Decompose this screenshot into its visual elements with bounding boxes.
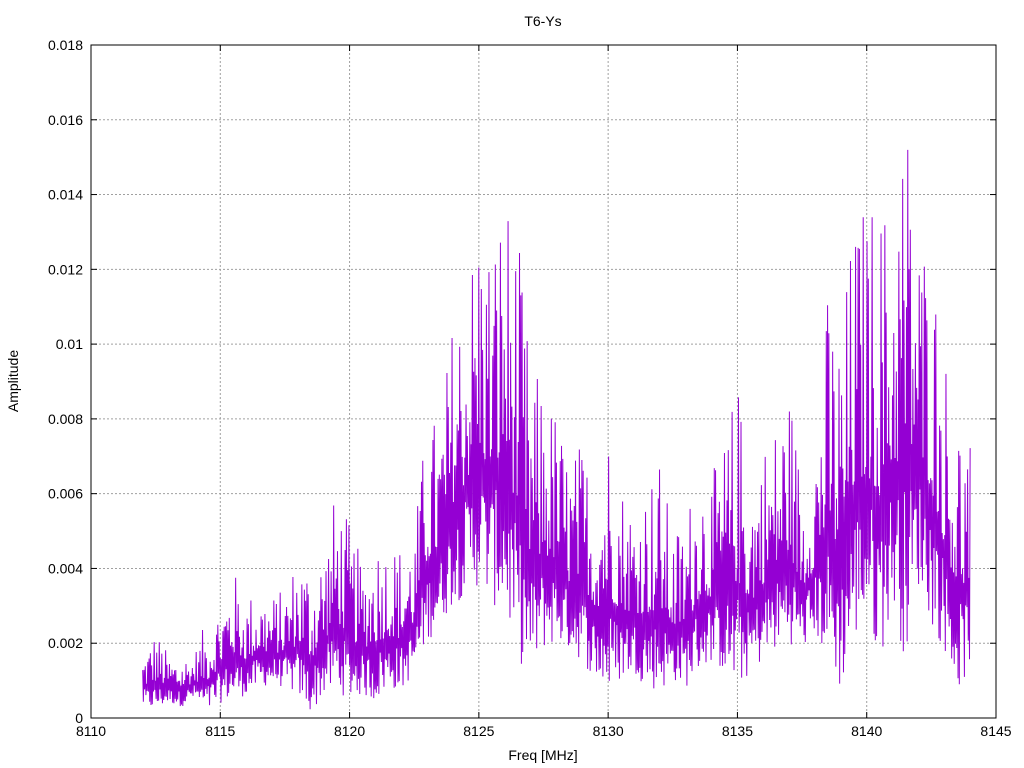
y-tick-label: 0.008	[48, 411, 83, 427]
y-tick-label: 0.004	[48, 560, 83, 576]
y-tick-label: 0.012	[48, 261, 83, 277]
y-tick-label: 0.01	[56, 336, 83, 352]
y-tick-label: 0.002	[48, 635, 83, 651]
chart-title: T6-Ys	[524, 13, 561, 29]
x-axis-title: Freq [MHz]	[508, 747, 577, 763]
y-tick-label: 0.006	[48, 486, 83, 502]
x-tick-label: 8135	[722, 723, 753, 739]
x-tick-label: 8140	[851, 723, 882, 739]
x-tick-label: 8120	[334, 723, 365, 739]
y-tick-label: 0.018	[48, 37, 83, 53]
y-tick-label: 0.016	[48, 112, 83, 128]
x-tick-label: 8130	[593, 723, 624, 739]
chart-svg: 8110 8115 8120 8125 8130 8135 8140 814500.0020.…	[0, 0, 1024, 768]
x-tick-label: 8125	[463, 723, 494, 739]
y-axis-title: Amplitude	[5, 350, 21, 412]
x-tick-label: 8115	[205, 723, 235, 739]
y-tick-label: 0.014	[48, 187, 83, 203]
x-tick-label: 8145	[980, 723, 1011, 739]
y-tick-label: 0	[75, 710, 83, 726]
